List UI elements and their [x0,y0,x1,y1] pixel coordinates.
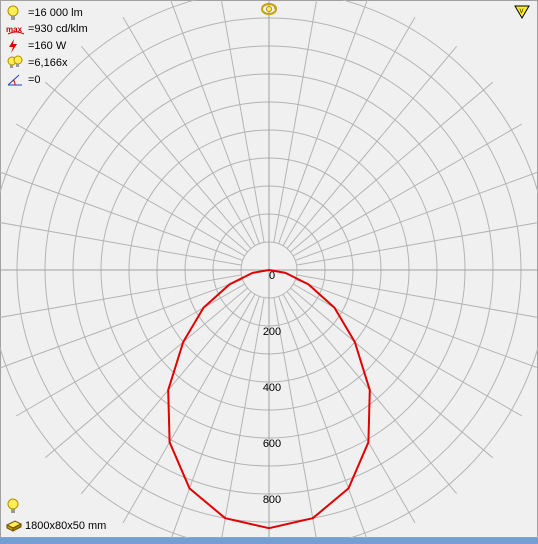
grid-radial-line [296,222,538,266]
rotate-icon[interactable] [259,1,279,17]
max-icon: max [6,21,26,37]
grid-radial-line [44,81,248,253]
grid-radial-line [220,0,265,243]
lumens-value: =16 000 lm [28,7,83,19]
radial-tick-label: 400 [263,382,281,394]
dimensions-value: 1800x80x50 mm [25,520,107,532]
radial-tick-label: 200 [263,326,281,338]
lightbulb-icon [6,5,26,21]
grid-radial-line [170,0,260,244]
angle-icon [6,72,26,88]
grid-radial-line [221,297,265,538]
grid-radial-line [44,287,248,459]
grid-radial-line [0,274,242,318]
bottom-bar [0,538,538,544]
angle-value: =0 [28,74,41,86]
grid-radial-line [0,279,243,369]
factor-value: =6,166x [28,57,68,69]
power-info: =160 W [6,38,66,54]
grid-radial-line [0,222,242,266]
grid-radial-line [295,279,538,369]
grid-radial-line [170,296,260,538]
max-intensity-info: max =930 cd/klm [6,21,88,37]
grid-radial-line [290,81,494,253]
grid-radial-line [0,171,243,261]
angle-info: =0 [6,72,41,88]
max-intensity-value: =930 cd/klm [28,23,88,35]
grid-radial-line [295,171,538,261]
grid-radial-line [286,45,458,249]
grid-radial-line [290,287,494,459]
grid-radial-line [273,0,318,243]
grid-radial-line [80,45,252,249]
factor-info: =6,166x [6,55,67,71]
lightning-icon [6,38,26,54]
lightbulb-icon [6,498,20,514]
radial-tick-label: 800 [263,494,281,506]
grid-radial-line [296,274,538,318]
luminaire-box-icon [5,519,23,533]
lamp-cluster-icon [6,55,26,71]
svg-text:V: V [520,9,524,15]
grid-radial-line [286,291,458,495]
luminaire-dimensions: 1800x80x50 mm [5,519,107,533]
grid-radial-line [278,0,368,244]
grid-radial-line [278,296,368,538]
polar-grid [0,0,538,538]
power-value: =160 W [28,40,67,52]
polar-diagram: 0200400600800 [0,0,538,538]
warning-triangle-icon[interactable]: V [513,4,531,20]
grid-radial-line [80,291,252,495]
lumens-info: =16 000 lm [6,5,83,21]
radial-tick-labels: 0200400600800 [263,270,281,506]
radial-tick-label: 600 [263,438,281,450]
